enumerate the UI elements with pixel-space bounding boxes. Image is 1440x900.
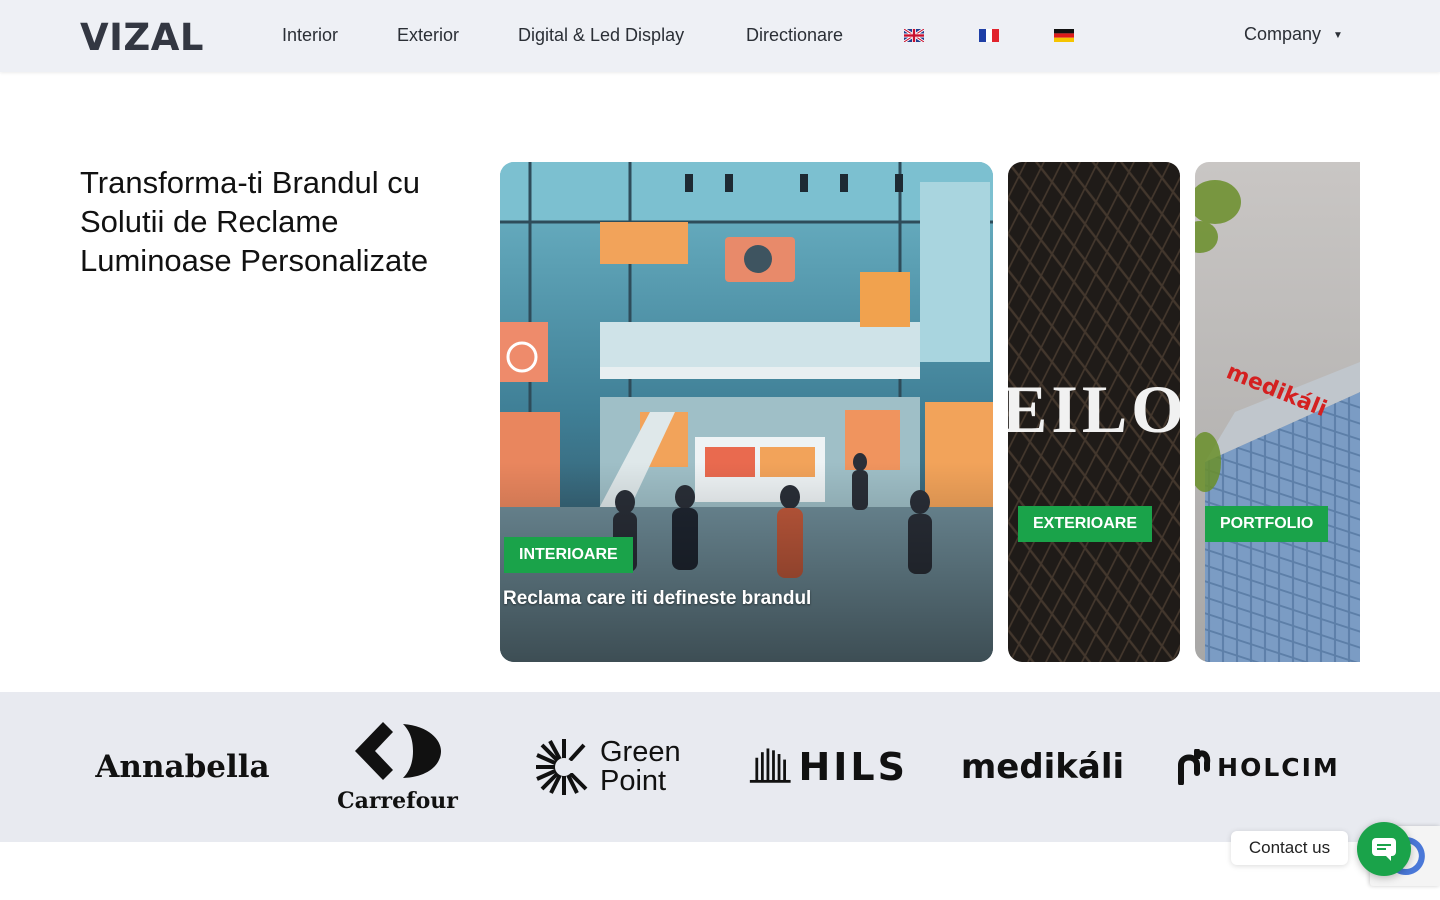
nav-digital-led-display[interactable]: Digital & Led Display — [518, 25, 684, 46]
exterior-sign-photo: EILO — [1008, 162, 1180, 662]
nav-interior[interactable]: Interior — [282, 25, 338, 46]
contact-us-label[interactable]: Contact us — [1231, 831, 1348, 865]
chat-icon — [1372, 838, 1396, 861]
carrefour-logo: Carrefour — [330, 692, 465, 842]
fr-flag-icon[interactable] — [979, 29, 999, 42]
interioare-tag: INTERIOARE — [504, 537, 633, 573]
carrefour-icon — [354, 722, 441, 780]
site-header: VIZAL Interior Exterior Digital & Led Di… — [0, 0, 1440, 72]
hero-title: Transforma-ti Brandul cu Solutii de Recl… — [80, 165, 429, 278]
green-point-logo: Green Point — [530, 692, 700, 842]
de-flag-icon[interactable] — [1054, 29, 1074, 42]
portfolio-tag: PORTFOLIO — [1205, 506, 1329, 542]
portfolio-building-photo: medikáli — [1195, 162, 1360, 662]
card-portfolio[interactable]: medikáli PORTFOLIO — [1195, 162, 1360, 662]
nav-directionare[interactable]: Directionare — [746, 25, 843, 46]
hils-logo: HILS — [748, 692, 908, 842]
holcim-logo: HOLCIM — [1175, 692, 1340, 842]
chat-button[interactable] — [1357, 822, 1411, 876]
interioare-caption: Reclama care iti defineste brandul — [503, 588, 812, 609]
company-menu[interactable]: Company ▼ — [1244, 24, 1343, 45]
hils-icon — [749, 748, 791, 783]
company-label: Company — [1244, 24, 1322, 44]
medikali-logo: medikáli — [960, 747, 1125, 787]
annabella-logo: Annabella — [95, 749, 270, 785]
caret-down-icon: ▼ — [1333, 29, 1343, 41]
holcim-icon — [1178, 749, 1211, 785]
nav-exterior[interactable]: Exterior — [397, 25, 459, 46]
client-logos-strip: Annabella Carrefour Green Point HILS med… — [0, 692, 1440, 842]
interior-illustration — [500, 162, 993, 662]
card-interioare[interactable]: INTERIOARE Reclama care iti defineste br… — [500, 162, 993, 662]
uk-flag-icon[interactable] — [904, 29, 924, 42]
exterior-sign-text: EILO — [1008, 371, 1180, 447]
green-point-icon — [536, 739, 592, 795]
exterioare-tag: EXTERIOARE — [1018, 506, 1153, 542]
card-exterioare[interactable]: EILO EXTERIOARE — [1008, 162, 1180, 662]
site-logo[interactable]: VIZAL — [80, 16, 204, 59]
